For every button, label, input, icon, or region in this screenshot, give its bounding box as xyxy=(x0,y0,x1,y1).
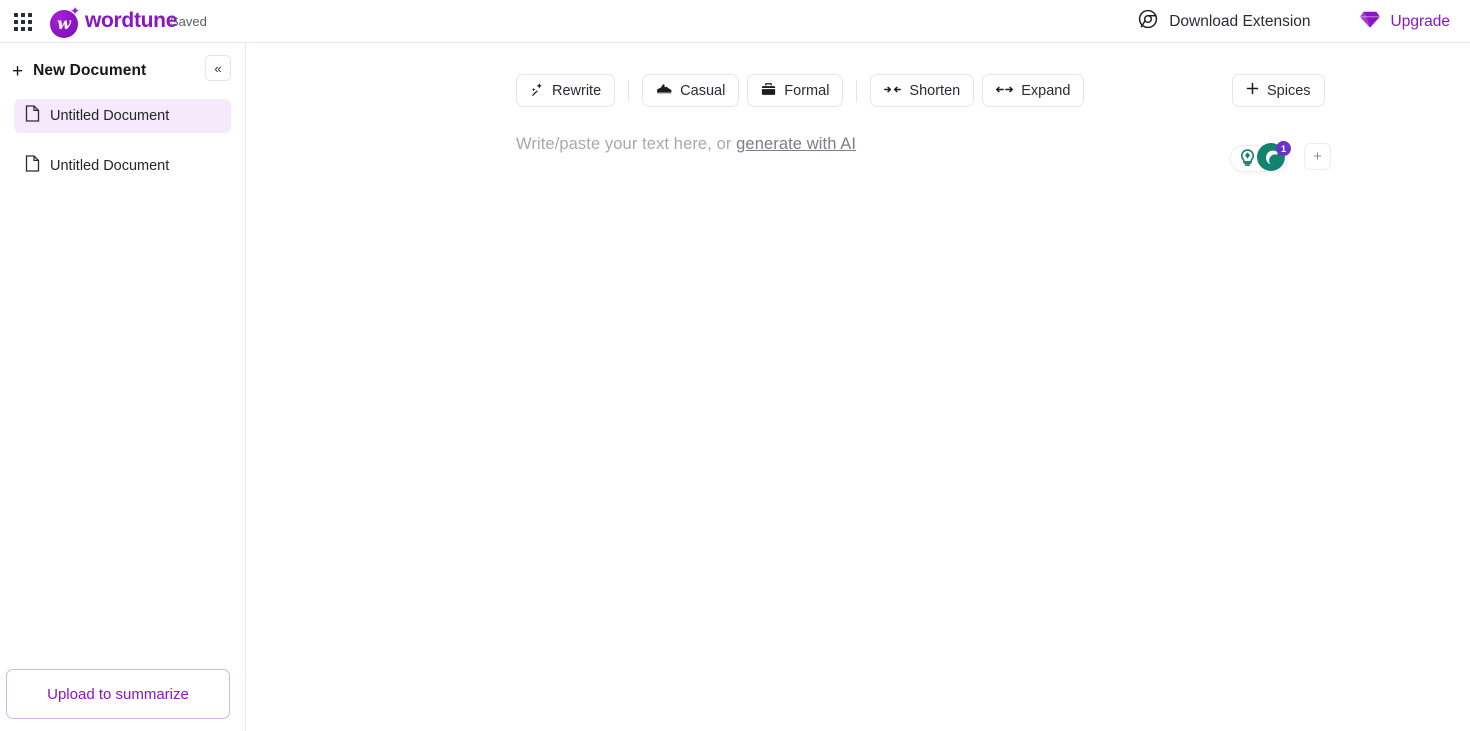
formal-button[interactable]: Formal xyxy=(747,74,844,107)
grid-dot xyxy=(21,27,25,31)
new-document-label: New Document xyxy=(33,62,147,79)
sidebar-item-document-1[interactable]: Untitled Document xyxy=(14,99,231,133)
toolbar-divider xyxy=(856,79,858,102)
download-extension-label: Download Extension xyxy=(1169,12,1311,30)
sneaker-icon xyxy=(656,82,672,99)
double-chevron-left-icon: « xyxy=(214,60,222,76)
generate-with-ai-link[interactable]: generate with AI xyxy=(736,135,856,153)
upload-button-label: Upload to summarize xyxy=(47,685,189,703)
grid-dot xyxy=(21,13,25,17)
saved-status: Saved xyxy=(170,14,207,29)
top-bar: w ✦ wordtune Saved Download Extension Up… xyxy=(0,0,1470,43)
formal-label: Formal xyxy=(784,82,830,99)
arrows-inward-icon xyxy=(884,83,902,99)
upload-to-summarize-button[interactable]: Upload to summarize xyxy=(6,669,230,719)
sidebar: + New Document « Untitled Document Untit… xyxy=(0,43,246,731)
wordtune-logo[interactable]: w ✦ wordtune xyxy=(47,4,177,38)
plus-icon: + xyxy=(12,60,24,82)
sparkle-icon: ✦ xyxy=(69,4,80,18)
casual-button[interactable]: Casual xyxy=(642,74,740,107)
shorten-label: Shorten xyxy=(909,82,961,99)
document-title: Untitled Document xyxy=(50,158,170,174)
sidebar-item-document-2[interactable]: Untitled Document xyxy=(14,149,231,183)
document-icon xyxy=(25,105,40,127)
casual-label: Casual xyxy=(680,82,726,99)
brand-wordmark: wordtune xyxy=(85,9,178,32)
grid-dot xyxy=(14,20,18,24)
wordtune-logo-mark: w ✦ xyxy=(47,4,81,38)
grid-dot xyxy=(28,20,32,24)
chrome-icon xyxy=(1137,8,1159,35)
grid-dot xyxy=(28,27,32,31)
main-content: Rewrite Casual Formal Shorten Expand Spi… xyxy=(246,43,1470,731)
document-title: Untitled Document xyxy=(50,108,170,124)
sidebar-collapse-button[interactable]: « xyxy=(205,55,231,81)
rewrite-button[interactable]: Rewrite xyxy=(516,74,616,107)
new-document-button[interactable]: + New Document xyxy=(12,62,146,81)
sparkle-wand-icon xyxy=(530,82,544,100)
grid-dot xyxy=(28,13,32,17)
apps-grid-icon[interactable] xyxy=(11,11,35,33)
editor-toolbar: Rewrite Casual Formal Shorten Expand xyxy=(516,74,1085,107)
upgrade-button[interactable]: Upgrade xyxy=(1359,10,1450,34)
spices-button[interactable]: Spices xyxy=(1232,74,1325,107)
grid-dot xyxy=(14,27,18,31)
top-bar-actions: Download Extension Upgrade xyxy=(1137,0,1450,43)
spices-label: Spices xyxy=(1267,82,1311,99)
document-icon xyxy=(25,155,40,177)
rewrite-label: Rewrite xyxy=(552,82,602,99)
download-extension-button[interactable]: Download Extension xyxy=(1137,8,1311,35)
plus-icon: + xyxy=(1313,148,1322,165)
lightbulb-gem-icon[interactable] xyxy=(1235,146,1259,170)
badge-count: 1 xyxy=(1280,143,1286,154)
sidebar-header: + New Document « xyxy=(0,43,245,99)
document-list: Untitled Document Untitled Document xyxy=(0,99,245,183)
upgrade-label: Upgrade xyxy=(1390,12,1450,30)
arrows-outward-icon xyxy=(996,83,1014,99)
notification-badge: 1 xyxy=(1276,141,1291,156)
toolbar-divider xyxy=(628,79,630,102)
shorten-button[interactable]: Shorten xyxy=(870,74,975,107)
plus-icon xyxy=(1246,82,1259,99)
expand-button[interactable]: Expand xyxy=(982,74,1085,107)
grid-dot xyxy=(14,13,18,17)
expand-label: Expand xyxy=(1021,82,1071,99)
add-spice-button[interactable]: + xyxy=(1304,143,1331,170)
briefcase-icon xyxy=(761,82,776,100)
diamond-icon xyxy=(1359,10,1381,34)
placeholder-text: Write/paste your text here, or xyxy=(516,135,737,153)
grid-dot xyxy=(21,20,25,24)
